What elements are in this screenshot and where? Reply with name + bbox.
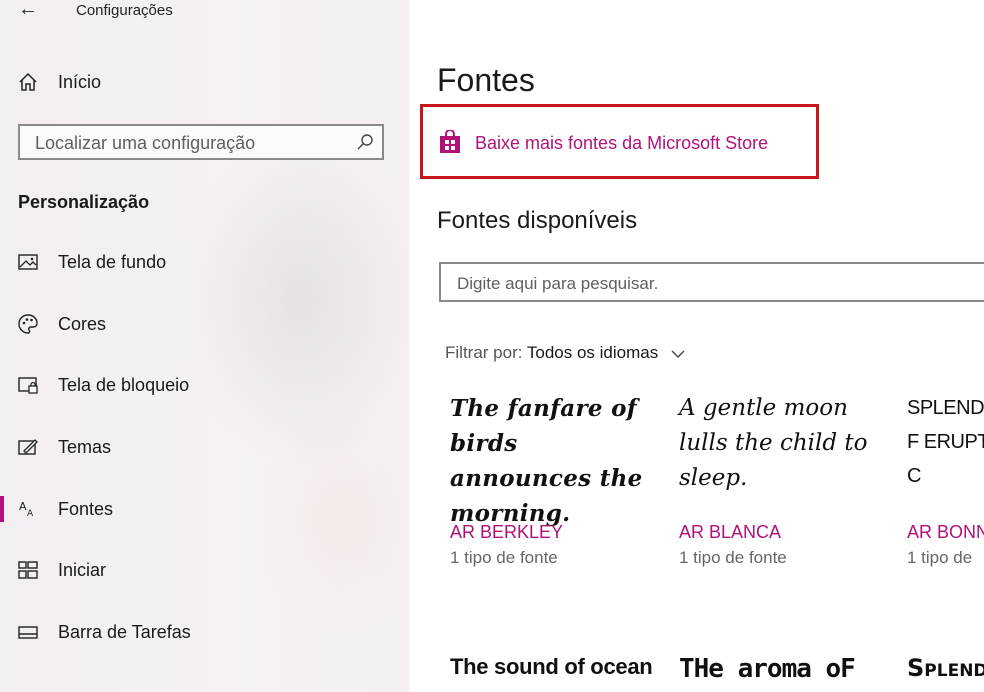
font-sample: A gentle moon lulls the child to sleep. — [679, 395, 868, 491]
chevron-down-icon[interactable] — [671, 349, 685, 359]
store-bag-icon — [440, 130, 460, 153]
taskbar-icon — [18, 626, 38, 639]
palette-icon — [18, 314, 38, 334]
filter-row: Filtrar por: Todos os idiomas — [445, 343, 685, 363]
svg-text:A: A — [27, 509, 34, 519]
fonts-icon: A A — [19, 500, 34, 519]
search-icon[interactable] — [356, 133, 374, 151]
section-title: Personalização — [18, 192, 150, 212]
sidebar-item-label: Temas — [58, 437, 112, 457]
sidebar-item-label: Iniciar — [58, 560, 107, 580]
sidebar-item-label: Início — [58, 72, 102, 92]
svg-text:A: A — [19, 500, 27, 513]
sidebar-item-label: Fontes — [58, 499, 114, 519]
sidebar-item-fonts[interactable]: A A Fontes — [0, 489, 409, 529]
picture-icon — [18, 254, 38, 270]
lock-screen-icon — [18, 377, 38, 394]
sidebar-item-label: Cores — [58, 314, 107, 334]
font-name: AR BONN — [907, 522, 984, 542]
font-sample: SPLENDID F ERUPTED C — [907, 397, 984, 487]
sidebar-item-home[interactable]: Início — [0, 62, 409, 102]
font-sample-next-2[interactable]: THe aroma oF — [679, 654, 856, 684]
title-bar: ← Configurações — [0, 0, 409, 22]
font-search-input[interactable] — [455, 272, 939, 296]
settings-search-box[interactable] — [18, 124, 384, 160]
back-arrow-icon[interactable]: ← — [18, 0, 38, 21]
font-card-ar-bonnie[interactable]: SPLENDID F ERUPTED C AR BONN 1 tipo de — [907, 391, 984, 591]
font-count: 1 tipo de fonte — [679, 548, 787, 567]
available-fonts-title: Fontes disponíveis — [437, 207, 638, 234]
sidebar-item-themes[interactable]: Temas — [0, 427, 409, 467]
page-title: Fontes — [437, 62, 535, 98]
store-link-text[interactable]: Baixe mais fontes da Microsoft Store — [475, 133, 768, 154]
sidebar-item-label: Tela de fundo — [58, 252, 167, 272]
font-sample-next-1[interactable]: The sound of ocean — [450, 654, 653, 680]
font-search-box[interactable] — [439, 262, 984, 302]
sidebar-item-label: Tela de bloqueio — [58, 375, 190, 395]
sidebar-item-start[interactable]: Iniciar — [0, 550, 409, 590]
filter-label: Filtrar por: — [445, 343, 523, 362]
language-filter-dropdown[interactable]: Todos os idiomas — [527, 343, 658, 362]
font-count: 1 tipo de fonte — [450, 548, 558, 567]
main-content: Fontes Baixe mais fontes da Microsoft St… — [409, 0, 984, 692]
sidebar-item-background[interactable]: Tela de fundo — [0, 242, 409, 282]
font-name: AR BERKLEY — [450, 522, 564, 542]
themes-icon — [18, 439, 38, 455]
start-icon — [18, 561, 38, 579]
font-sample-next-3[interactable]: Splend — [907, 654, 984, 682]
sidebar-item-colors[interactable]: Cores — [0, 304, 409, 344]
font-sample: The fanfare of birds announces the morni… — [450, 395, 643, 527]
sidebar-item-lock-screen[interactable]: Tela de bloqueio — [0, 365, 409, 405]
settings-search-input[interactable] — [33, 131, 337, 155]
font-name: AR BLANCA — [679, 522, 782, 542]
sidebar-item-label: Barra de Tarefas — [58, 622, 191, 642]
app-title: Configurações — [76, 2, 173, 19]
sidebar-item-taskbar[interactable]: Barra de Tarefas — [0, 612, 409, 652]
sidebar: ← Configurações Início Personalização Te… — [0, 0, 409, 692]
font-count: 1 tipo de — [907, 548, 973, 567]
home-icon — [19, 72, 37, 91]
